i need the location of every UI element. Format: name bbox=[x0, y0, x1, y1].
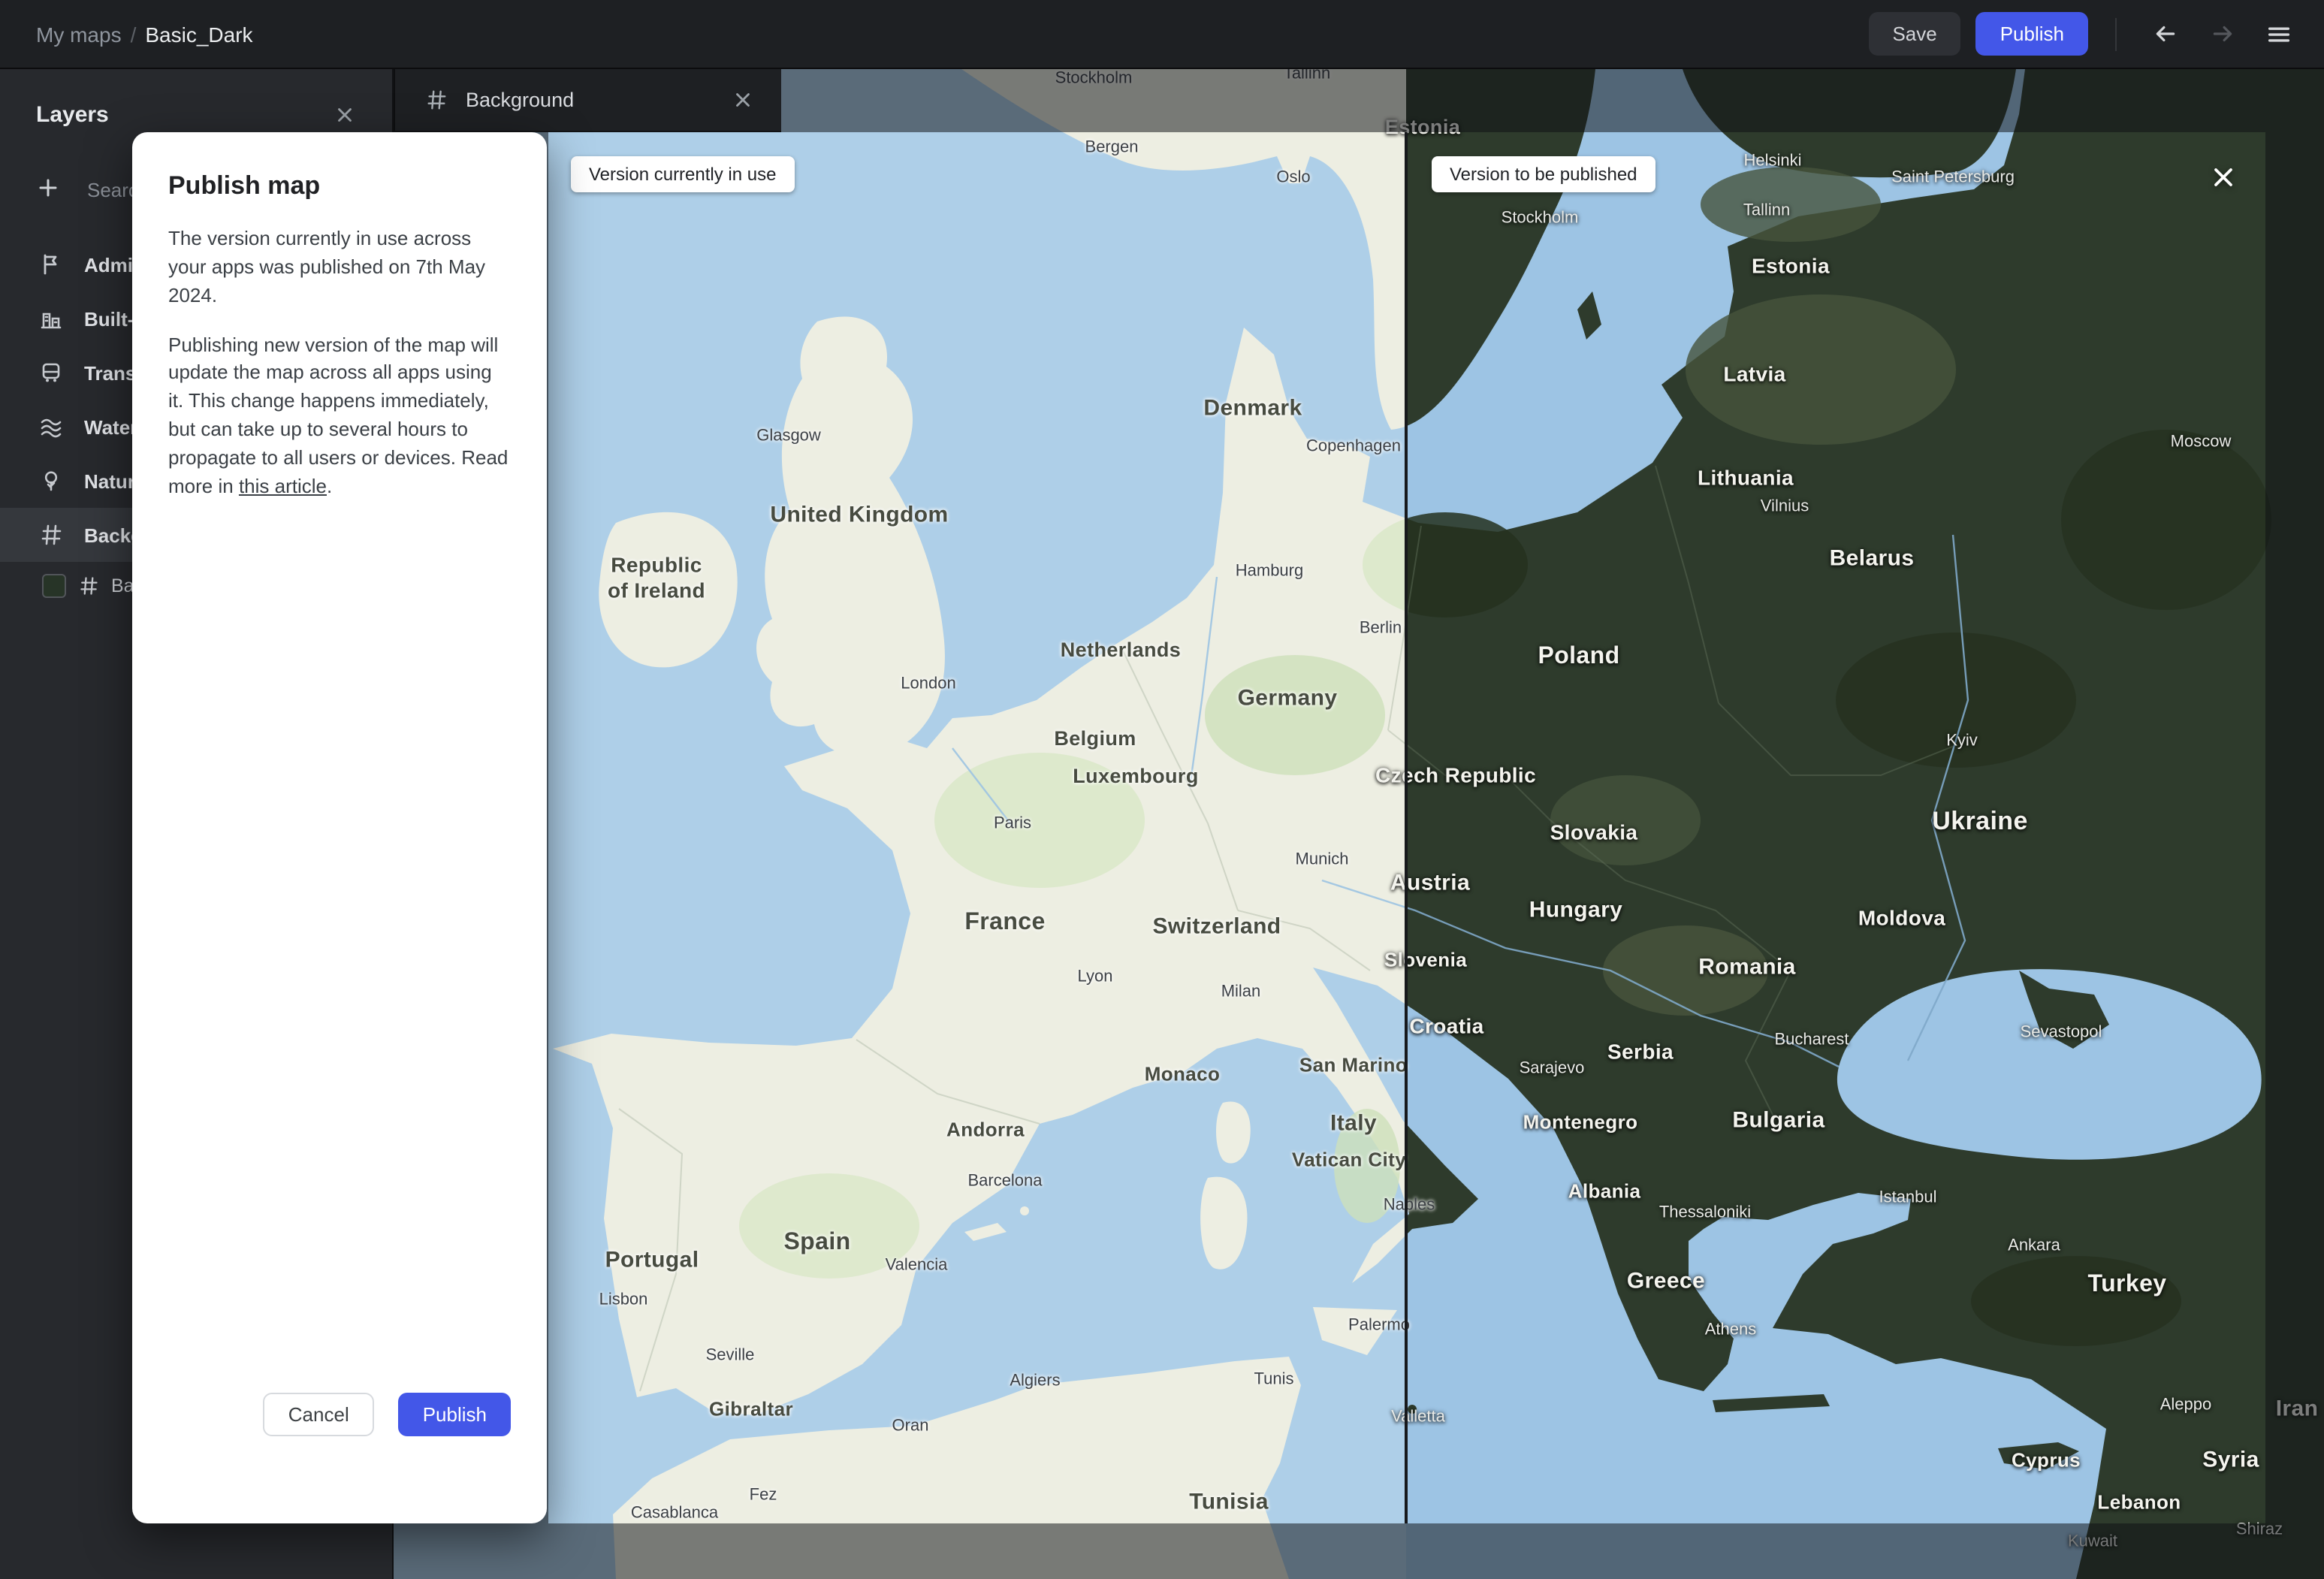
compare-close-icon[interactable] bbox=[2208, 162, 2238, 192]
layers-close-icon[interactable] bbox=[327, 97, 362, 131]
topbar: My maps / Basic_Dark Save Publish bbox=[0, 0, 2324, 69]
dialog-publish-button[interactable]: Publish bbox=[398, 1393, 511, 1436]
add-layer-button[interactable] bbox=[33, 172, 63, 207]
dialog-paragraph-2: Publishing new version of the map will u… bbox=[168, 331, 511, 501]
layer-icon bbox=[39, 523, 63, 547]
topbar-divider bbox=[2115, 17, 2117, 50]
dialog-paragraph-2-period: . bbox=[327, 474, 333, 497]
save-button[interactable]: Save bbox=[1868, 12, 1961, 56]
compare-divider-handle[interactable] bbox=[1405, 132, 1408, 1523]
version-new-badge: Version to be published bbox=[1432, 156, 1655, 192]
map-new-version bbox=[1406, 69, 2324, 1579]
breadcrumb-separator: / bbox=[130, 22, 137, 46]
layer-icon bbox=[39, 306, 63, 331]
layer-icon bbox=[39, 361, 63, 385]
redo-forward-icon[interactable] bbox=[2201, 13, 2243, 55]
background-tab-panel[interactable]: Background bbox=[394, 69, 781, 132]
this-article-link[interactable]: this article bbox=[239, 475, 327, 497]
undo-back-icon[interactable] bbox=[2144, 13, 2186, 55]
dialog-paragraph-1: The version currently in use across your… bbox=[168, 227, 486, 306]
layers-panel-title: Layers bbox=[36, 101, 109, 127]
breadcrumb: My maps / Basic_Dark bbox=[36, 22, 253, 46]
cancel-button[interactable]: Cancel bbox=[262, 1393, 375, 1436]
map-compare-stage[interactable]: Stockholm Tallinn Bergen Oslo Glasgow Denmark… bbox=[394, 69, 2324, 1579]
dialog-actions: Cancel Publish bbox=[262, 1393, 511, 1436]
menu-hamburger-icon[interactable] bbox=[2258, 13, 2300, 55]
grid-icon bbox=[425, 89, 448, 111]
grid-icon bbox=[78, 575, 99, 596]
layer-icon bbox=[39, 252, 63, 276]
layer-icon bbox=[39, 415, 63, 439]
version-current-badge: Version currently in use bbox=[571, 156, 795, 192]
dialog-title: Publish map bbox=[168, 171, 321, 200]
publish-button[interactable]: Publish bbox=[1975, 12, 2088, 56]
dialog-paragraph-2-text: Publishing new version of the map will u… bbox=[168, 333, 509, 497]
map-half-new bbox=[1406, 69, 2324, 1579]
background-tab-close-icon[interactable] bbox=[726, 83, 760, 117]
breadcrumb-my-maps[interactable]: My maps bbox=[36, 22, 122, 46]
layer-color-swatch[interactable] bbox=[42, 574, 66, 598]
publish-map-dialog: Publish map The version currently in use… bbox=[132, 132, 547, 1523]
topbar-actions: Save Publish bbox=[1868, 12, 2300, 56]
app-window: Stockholm Tallinn Bergen Oslo Glasgow Denmark… bbox=[0, 0, 2324, 1579]
layer-icon bbox=[39, 469, 63, 493]
breadcrumb-map-name: Basic_Dark bbox=[145, 22, 253, 46]
background-tab-label: Background bbox=[466, 89, 575, 111]
